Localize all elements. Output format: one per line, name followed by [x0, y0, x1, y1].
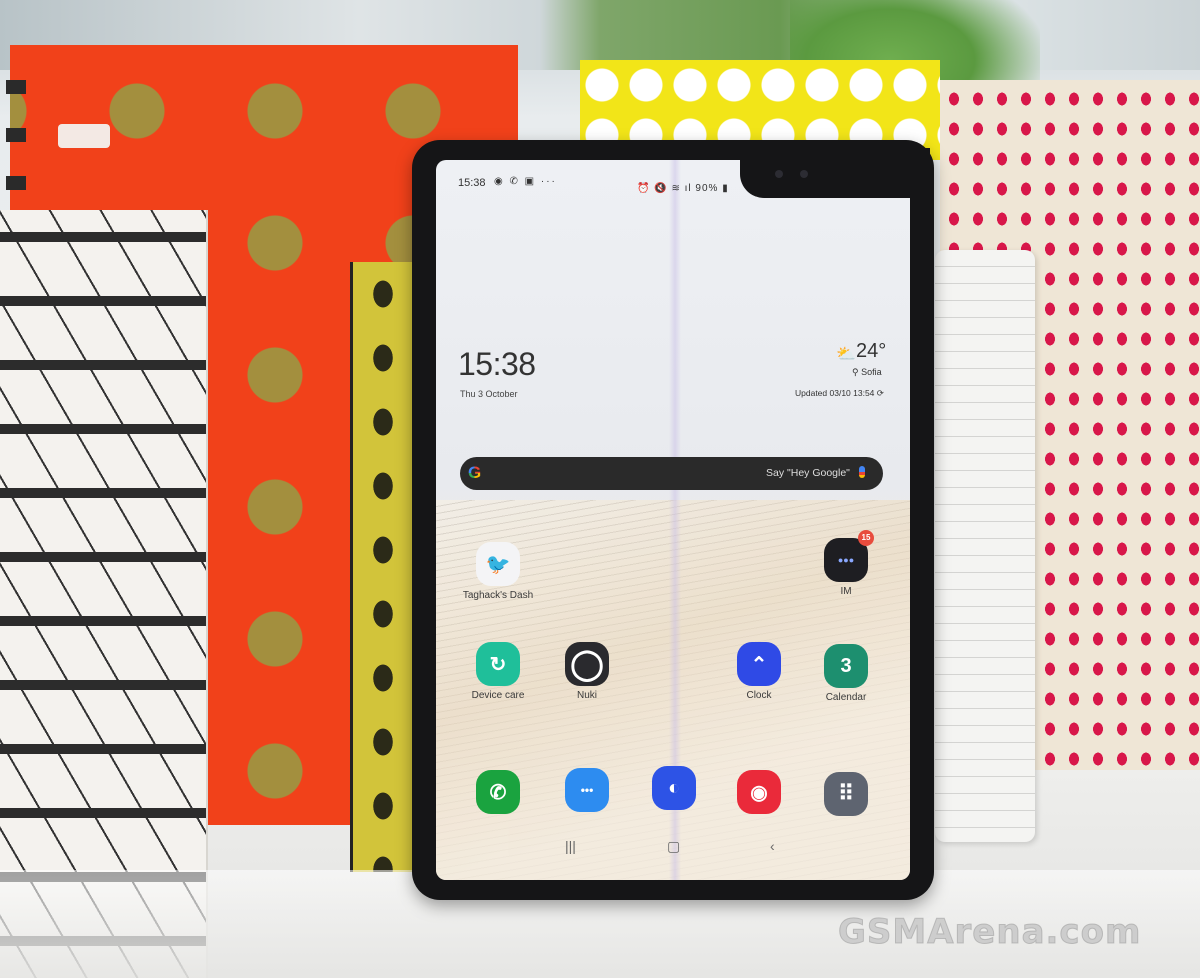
internet-browser-icon: ◐	[652, 766, 696, 810]
app-taghacks-dash[interactable]: 🐦 Taghack's Dash	[453, 542, 543, 601]
app-clock[interactable]: ⌃ Clock	[714, 642, 804, 701]
messages-icon: •••	[565, 768, 609, 812]
partly-cloudy-icon: ⛅	[836, 346, 856, 363]
battery-percent: 90%	[695, 183, 719, 194]
front-camera-icon	[775, 170, 783, 178]
folder-apps-icon: ●●●	[837, 555, 855, 565]
phoenix-icon: 🐦	[476, 542, 520, 586]
status-time: 15:38	[458, 177, 486, 189]
white-lined-notepad	[935, 250, 1035, 842]
front-camera-icon	[800, 170, 808, 178]
app-label: Taghack's Dash	[462, 590, 534, 601]
weather-location: ⚲ Sofia	[852, 367, 882, 377]
weather-temperature[interactable]: 24°	[856, 340, 886, 363]
system-status-icons: ⏰ 🔇 ≋ ıl	[637, 183, 692, 194]
notebook-label	[58, 124, 110, 148]
clock-widget-date: Thu 3 October	[460, 389, 518, 399]
battery-icon: ▮	[722, 183, 729, 194]
calendar-icon: 3	[824, 644, 868, 688]
recents-button[interactable]: |||	[565, 838, 576, 854]
home-button[interactable]: ▢	[667, 838, 680, 855]
dock-messages[interactable]: •••	[542, 768, 632, 812]
app-folder-im[interactable]: ●●● 15 IM	[801, 530, 891, 597]
folder-icon: ●●● 15	[824, 530, 874, 582]
app-label: IM	[840, 586, 852, 597]
app-nuki[interactable]: ◯ Nuki	[542, 642, 632, 701]
apps-grid-icon: ⠿	[824, 772, 868, 816]
phone-icon: ✆	[476, 770, 520, 814]
google-logo-icon: G	[468, 463, 482, 482]
camera-notch	[740, 148, 930, 198]
yellow-notebook	[350, 262, 412, 872]
notification-icons: ◉ ✆ ▣ ···	[494, 176, 557, 187]
app-label: Calendar	[825, 692, 867, 703]
app-label: Device care	[471, 690, 525, 701]
notebook-spiral	[6, 80, 26, 210]
status-right-icons: ⏰ 🔇 ≋ ıl 90% ▮	[637, 183, 729, 194]
search-hint: Say "Hey Google"	[766, 467, 850, 479]
dock-internet[interactable]: ◐	[629, 766, 719, 810]
camera-icon: ◉	[737, 770, 781, 814]
back-button[interactable]: ‹	[770, 838, 775, 854]
zigzag-notebook	[0, 210, 208, 978]
app-calendar[interactable]: 3 Calendar	[801, 644, 891, 703]
dock-camera[interactable]: ◉	[714, 770, 804, 814]
weather-updated[interactable]: Updated 03/10 13:54 ⟳	[795, 388, 884, 399]
notification-badge: 15	[858, 530, 874, 546]
app-label: Clock	[746, 690, 772, 701]
clock-icon: ⌃	[737, 642, 781, 686]
microphone-icon[interactable]	[859, 466, 865, 478]
app-device-care[interactable]: ↻ Device care	[453, 642, 543, 701]
watermark: GSMArena.com	[837, 912, 1142, 953]
clock-widget-time[interactable]: 15:38	[458, 346, 536, 383]
dock-apps-drawer[interactable]: ⠿	[801, 772, 891, 816]
dock-phone[interactable]: ✆	[453, 770, 543, 814]
device-care-icon: ↻	[476, 642, 520, 686]
app-label: Nuki	[576, 690, 597, 701]
nuki-ring-icon: ◯	[565, 642, 609, 686]
